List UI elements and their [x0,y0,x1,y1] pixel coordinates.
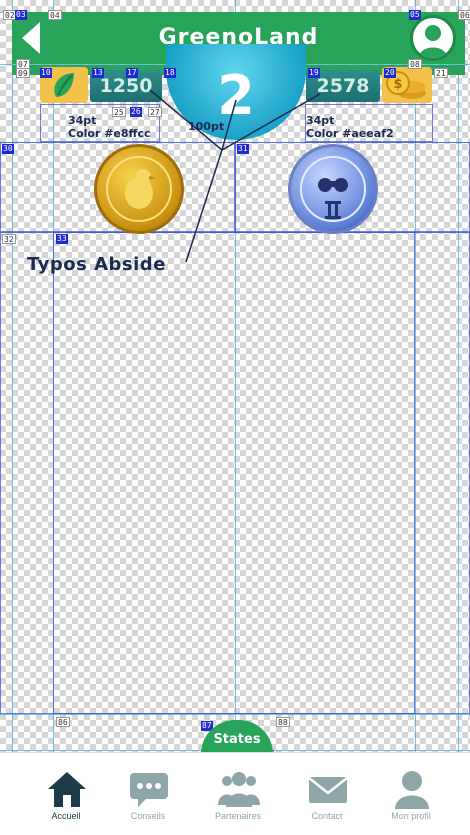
tab-label: Accueil [51,811,81,821]
tab-accueil[interactable]: Accueil [19,753,113,835]
tab-conseils[interactable]: Conseils [101,753,195,835]
slice-tag: 19 [308,68,320,78]
slice-tag: 27 [148,107,162,117]
tab-label: Mon profil [391,811,431,821]
tab-label: Contact [311,811,343,821]
slice-tag: 31 [237,144,249,154]
slice-tag: 25 [112,107,126,117]
font-annotation: Typos Abside [27,254,166,275]
slice-tag: 17 [126,68,138,78]
slice-tag: 18 [164,68,176,78]
slice-tag: 33 [56,234,68,244]
slice-tag: 88 [276,717,290,727]
slice-tag: 21 [434,68,448,78]
people-icon [218,772,260,807]
slice-tag: 08 [408,59,422,69]
guide-line [0,714,470,715]
bottom-tab-bar: Accueil Conseils Partenaires Contact Mon… [0,752,470,835]
tab-label: Partenaires [214,811,262,821]
slice-tag: 26 [130,107,142,117]
slice-tag: 30 [2,144,14,154]
home-icon [48,772,86,807]
states-tab[interactable]: States [201,720,273,754]
tab-contact[interactable]: Contact [280,753,374,835]
slice-frame [53,232,415,714]
slice-tag: 32 [2,234,16,244]
user-icon [395,771,429,809]
slice-tag: 10 [40,68,52,78]
slice-tag: 04 [48,10,62,20]
slice-tag: 06 [458,10,470,20]
tab-mon-profil[interactable]: Mon profil [364,753,458,835]
slice-tag: 09 [16,68,30,78]
slice-tag: 20 [384,68,396,78]
slice-tag: 86 [56,717,70,727]
slice-tag: 05 [409,10,421,20]
slice-tag: 13 [92,68,104,78]
chat-icon [130,773,168,807]
mail-icon [308,777,348,803]
slice-tag: 03 [15,10,27,20]
tab-label: Conseils [130,811,166,821]
tab-partenaires[interactable]: Partenaires [191,753,285,835]
